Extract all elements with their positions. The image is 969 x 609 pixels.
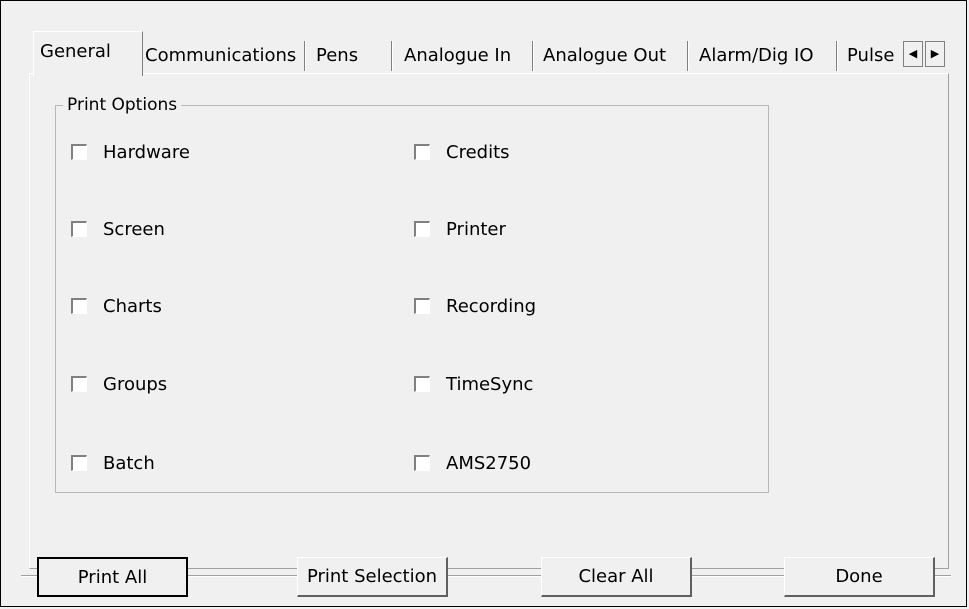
print-selection-button[interactable]: Print Selection [297, 557, 448, 597]
print-options-title: Print Options [63, 95, 182, 115]
tab-analogue-out[interactable]: Analogue Out [543, 37, 666, 75]
checkbox-label: Batch [103, 453, 155, 474]
checkbox-label: Recording [446, 296, 537, 317]
checkbox-box[interactable] [414, 376, 430, 392]
done-label: Done [835, 566, 883, 587]
checkbox-box[interactable] [71, 221, 87, 237]
checkbox-label: Groups [103, 374, 168, 395]
dialog-window: General Communications Pens Analogue In … [0, 0, 967, 607]
print-selection-label: Print Selection [306, 566, 438, 587]
tab-separator [391, 41, 393, 71]
checkbox-label: Hardware [103, 142, 190, 163]
tab-pens[interactable]: Pens [316, 37, 358, 75]
checkbox-box[interactable] [414, 221, 430, 237]
checkbox-label: Screen [103, 219, 165, 240]
tab-separator [687, 41, 689, 71]
tab-pulse[interactable]: Pulse [847, 37, 903, 75]
checkbox-label: TimeSync [446, 374, 534, 395]
checkbox-box[interactable] [414, 298, 430, 314]
checkbox-box[interactable] [414, 455, 430, 471]
tab-scroll-left-button[interactable]: ◀ [903, 41, 923, 67]
tab-general[interactable]: General [33, 31, 143, 76]
print-all-button[interactable]: Print All [37, 557, 188, 597]
tab-separator [836, 41, 838, 71]
checkbox-label: Credits [446, 142, 510, 163]
tab-communications[interactable]: Communications [145, 37, 296, 75]
done-button[interactable]: Done [784, 557, 935, 597]
tab-separator [304, 41, 306, 71]
checkbox-label: AMS2750 [446, 453, 532, 474]
checkbox-box[interactable] [71, 455, 87, 471]
checkbox-box[interactable] [71, 376, 87, 392]
checkbox-box[interactable] [71, 144, 87, 160]
arrow-left-icon: ◀ [908, 47, 918, 60]
tab-analogue-in[interactable]: Analogue In [404, 37, 511, 75]
tab-scroll-right-button[interactable]: ▶ [925, 41, 945, 67]
clear-all-label: Clear All [578, 566, 654, 587]
checkbox-label: Printer [446, 219, 506, 240]
tab-alarm-dig-io[interactable]: Alarm/Dig IO [699, 37, 814, 75]
checkbox-box[interactable] [71, 298, 87, 314]
tab-separator [532, 41, 534, 71]
print-all-label: Print All [77, 567, 148, 588]
checkbox-box[interactable] [414, 144, 430, 160]
clear-all-button[interactable]: Clear All [541, 557, 692, 597]
arrow-right-icon: ▶ [930, 47, 940, 60]
checkbox-label: Charts [103, 296, 162, 317]
